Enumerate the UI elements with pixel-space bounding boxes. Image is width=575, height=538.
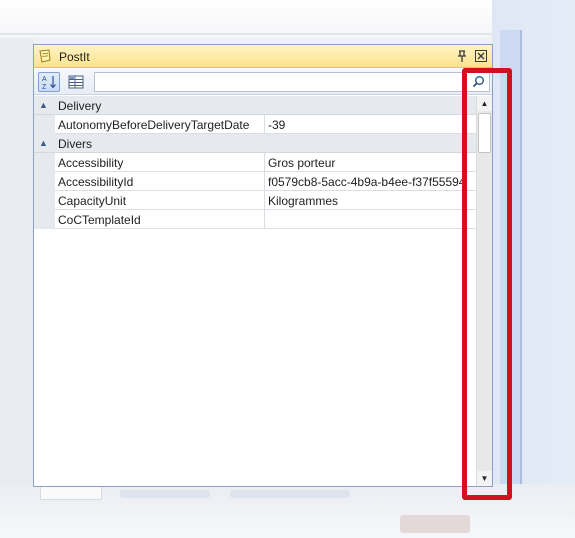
scroll-down-arrow-icon[interactable]: ▼ [477,471,492,486]
svg-text:A: A [42,76,47,83]
background-divider [0,33,500,35]
property-row[interactable]: Accessibility Gros porteur [34,153,476,172]
property-value[interactable]: Kilogrammes [265,191,476,210]
background-blur [120,490,210,498]
categorize-icon [68,75,84,89]
sort-alphabetical-button[interactable]: A Z [38,72,60,92]
search-icon[interactable] [469,74,487,90]
background-blur [230,490,350,498]
collapse-chevron-icon[interactable]: ▲ [39,138,49,148]
note-icon [39,49,51,63]
property-row[interactable]: AutonomyBeforeDeliveryTargetDate -39 [34,115,476,134]
row-gutter [34,191,55,210]
property-toolbar: A Z [34,69,492,95]
property-row[interactable]: CoCTemplateId [34,210,476,229]
row-gutter [34,153,55,172]
category-label: Delivery [58,99,102,113]
property-value[interactable]: f0579cb8-5acc-4b9a-b4ee-f37f55594 [265,172,476,191]
property-name[interactable]: Accessibility [55,153,265,172]
row-gutter [34,172,55,191]
property-row[interactable]: CapacityUnit Kilogrammes [34,191,476,210]
collapse-chevron-icon[interactable]: ▲ [39,100,49,110]
property-value[interactable]: -39 [265,115,476,134]
property-grid: ▲ Delivery AutonomyBeforeDeliveryTargetDat… [34,96,476,486]
svg-text:Z: Z [42,84,47,91]
panel-title: PostIt [59,50,90,64]
background-tab [40,486,102,500]
scroll-up-arrow-icon[interactable]: ▲ [477,96,492,111]
categorize-button[interactable] [65,72,87,92]
background-left-pane [0,38,34,488]
category-row-0[interactable]: ▲ Delivery [34,96,476,115]
postit-panel: PostIt A Z ▲ Delivery AutonomyBeforeDeli… [33,44,493,487]
close-icon[interactable] [474,49,488,63]
category-row-1[interactable]: ▲ Divers [34,134,476,153]
sort-az-icon: A Z [42,76,56,91]
property-name[interactable]: CapacityUnit [55,191,265,210]
background-dock-strip [500,30,522,490]
property-name[interactable]: AccessibilityId [55,172,265,191]
vertical-scrollbar[interactable]: ▲ ▼ [476,96,492,486]
property-name[interactable]: CoCTemplateId [55,210,265,229]
category-label: Divers [58,137,93,151]
property-name[interactable]: AutonomyBeforeDeliveryTargetDate [55,115,265,134]
property-row[interactable]: AccessibilityId f0579cb8-5acc-4b9a-b4ee-f… [34,172,476,191]
property-value[interactable] [265,210,476,229]
row-gutter [34,115,55,134]
property-value[interactable]: Gros porteur [265,153,476,172]
row-gutter [34,210,55,229]
pin-icon[interactable] [455,49,469,63]
background-blur [400,515,470,533]
background-dock-edge [520,30,522,490]
scrollbar-thumb[interactable] [478,113,491,153]
panel-title-bar[interactable]: PostIt [34,45,492,68]
search-input[interactable] [94,72,490,92]
